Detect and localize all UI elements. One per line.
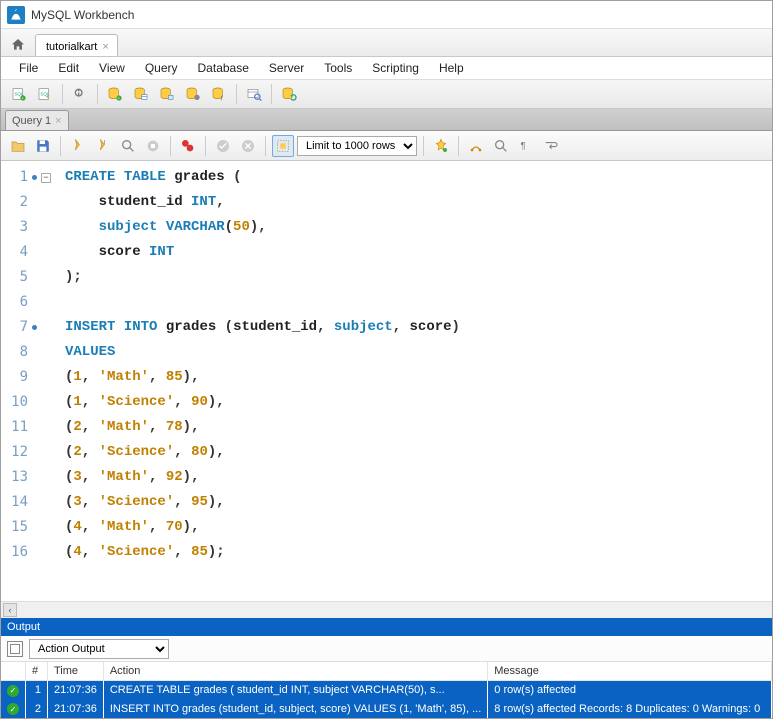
line-gutter: 1−2345678910111213141516: [1, 161, 57, 601]
db-reconnect-button[interactable]: [277, 82, 301, 106]
home-icon[interactable]: [5, 34, 31, 56]
db-create-button[interactable]: +: [103, 82, 127, 106]
app-title: MySQL Workbench: [31, 8, 134, 22]
db-table-button[interactable]: [129, 82, 153, 106]
output-panel-header: Output: [1, 618, 772, 636]
toggle-wrap-button[interactable]: [540, 135, 562, 157]
execute-current-button[interactable]: I: [92, 135, 114, 157]
toggle-autocommit-button[interactable]: [177, 135, 199, 157]
menu-database[interactable]: Database: [188, 58, 259, 78]
limit-rows-select[interactable]: Limit to 1000 rows: [297, 136, 417, 156]
output-controls: Action Output: [1, 636, 772, 662]
execute-button[interactable]: [67, 135, 89, 157]
app-icon: [7, 6, 25, 24]
toggle-limit-button[interactable]: [272, 135, 294, 157]
scroll-left-icon[interactable]: ‹: [3, 603, 17, 617]
commit-button[interactable]: [212, 135, 234, 157]
menu-query[interactable]: Query: [135, 58, 188, 78]
connection-tabbar: tutorialkart ×: [1, 29, 772, 57]
rollback-button[interactable]: [237, 135, 259, 157]
new-sql-tab-button[interactable]: SQL+: [7, 82, 31, 106]
find-button[interactable]: [465, 135, 487, 157]
db-func-button[interactable]: ƒ: [207, 82, 231, 106]
svg-text:¶: ¶: [521, 140, 526, 150]
menu-file[interactable]: File: [9, 58, 48, 78]
output-mode-select[interactable]: Action Output: [29, 639, 169, 659]
toggle-invisible-button[interactable]: ¶: [515, 135, 537, 157]
open-sql-button[interactable]: SQL: [33, 82, 57, 106]
horizontal-scrollbar[interactable]: ‹: [1, 601, 772, 618]
svg-text:I: I: [104, 140, 106, 146]
menu-view[interactable]: View: [89, 58, 135, 78]
connection-tab-label: tutorialkart: [46, 41, 97, 53]
sql-editor[interactable]: 1−2345678910111213141516 CREATE TABLE gr…: [1, 161, 772, 601]
open-file-button[interactable]: [7, 135, 29, 157]
connection-tab[interactable]: tutorialkart ×: [35, 34, 118, 56]
menu-scripting[interactable]: Scripting: [362, 58, 429, 78]
db-view-button[interactable]: [155, 82, 179, 106]
beautify-button[interactable]: [430, 135, 452, 157]
output-table: # Time Action Message ✓121:07:36CREATE T…: [1, 662, 772, 718]
output-row[interactable]: ✓221:07:36INSERT INTO grades (student_id…: [1, 700, 772, 719]
close-icon[interactable]: ×: [55, 115, 61, 127]
db-search-button[interactable]: [242, 82, 266, 106]
output-layout-icon[interactable]: [7, 641, 23, 657]
query-tabbar: Query 1 ×: [1, 109, 772, 131]
menu-server[interactable]: Server: [259, 58, 314, 78]
titlebar: MySQL Workbench: [1, 1, 772, 29]
main-toolbar: SQL+ SQL + ƒ: [1, 79, 772, 109]
code-area[interactable]: CREATE TABLE grades ( student_id INT, su…: [57, 161, 772, 601]
editor-toolbar: I Limit to 1000 rows ¶: [1, 131, 772, 161]
menu-tools[interactable]: Tools: [314, 58, 362, 78]
query-tab[interactable]: Query 1 ×: [5, 110, 69, 130]
db-proc-button[interactable]: [181, 82, 205, 106]
search-button[interactable]: [490, 135, 512, 157]
menu-help[interactable]: Help: [429, 58, 474, 78]
save-file-button[interactable]: [32, 135, 54, 157]
close-icon[interactable]: ×: [102, 41, 108, 53]
menu-edit[interactable]: Edit: [48, 58, 89, 78]
menubar: FileEditViewQueryDatabaseServerToolsScri…: [1, 57, 772, 79]
svg-text:ƒ: ƒ: [220, 95, 223, 101]
query-tab-label: Query 1: [12, 115, 51, 127]
explain-button[interactable]: [117, 135, 139, 157]
output-row[interactable]: ✓121:07:36CREATE TABLE grades ( student_…: [1, 681, 772, 700]
inspector-button[interactable]: [68, 82, 92, 106]
stop-button[interactable]: [142, 135, 164, 157]
